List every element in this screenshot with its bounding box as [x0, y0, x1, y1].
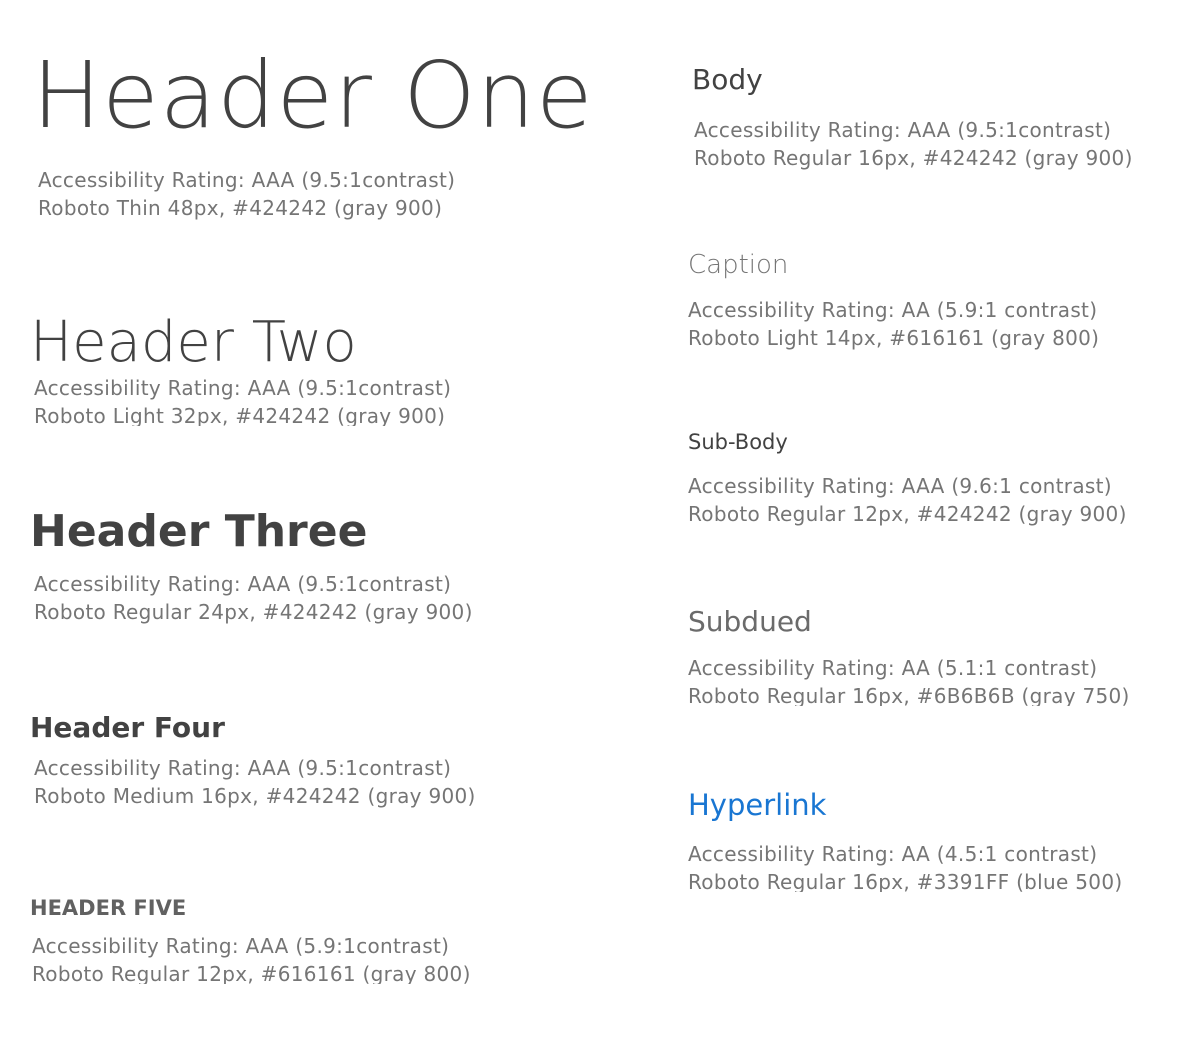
- header-four-description: Accessibility Rating: AAA (9.5:1contrast…: [34, 754, 476, 810]
- header-five-rating: Accessibility Rating: AAA (5.9:1contrast…: [32, 934, 450, 958]
- subdued-sample: Subdued: [688, 605, 812, 634]
- header-two-rating: Accessibility Rating: AAA (9.5:1contrast…: [34, 376, 452, 400]
- header-five-sample: HEADER FIVE: [30, 896, 187, 920]
- sub-body-spec: Roboto Regular 12px, #424242 (gray 900): [688, 502, 1127, 526]
- header-four-rating: Accessibility Rating: AAA (9.5:1contrast…: [34, 756, 452, 780]
- header-two-spec: Roboto Light 32px, #424242 (gray 900): [34, 404, 446, 426]
- body-sample: Body: [692, 63, 763, 96]
- body-rating: Accessibility Rating: AAA (9.5:1contrast…: [694, 118, 1112, 142]
- caption-rating: Accessibility Rating: AA (5.9:1 contrast…: [688, 298, 1098, 322]
- sub-body-description: Accessibility Rating: AAA (9.6:1 contras…: [688, 472, 1127, 528]
- caption-description: Accessibility Rating: AA (5.9:1 contrast…: [688, 296, 1099, 352]
- header-five-description: Accessibility Rating: AAA (5.9:1contrast…: [32, 932, 471, 984]
- body-spec: Roboto Regular 16px, #424242 (gray 900): [694, 146, 1133, 170]
- header-two-sample: Header Two: [30, 310, 357, 375]
- header-two-description: Accessibility Rating: AAA (9.5:1contrast…: [34, 374, 451, 426]
- subdued-rating: Accessibility Rating: AA (5.1:1 contrast…: [688, 656, 1098, 680]
- header-five-spec: Roboto Regular 12px, #616161 (gray 800): [32, 962, 471, 984]
- hyperlink-spec: Roboto Regular 16px, #3391FF (blue 500): [688, 870, 1123, 892]
- hyperlink-rating: Accessibility Rating: AA (4.5:1 contrast…: [688, 842, 1098, 866]
- sub-body-sample: Sub-Body: [688, 430, 788, 454]
- header-one-rating: Accessibility Rating: AAA (9.5:1contrast…: [38, 168, 456, 192]
- header-one-sample: Header One: [32, 42, 594, 149]
- header-four-spec: Roboto Medium 16px, #424242 (gray 900): [34, 784, 476, 808]
- hyperlink-sample[interactable]: Hyperlink: [688, 786, 826, 824]
- caption-spec: Roboto Light 14px, #616161 (gray 800): [688, 326, 1100, 350]
- caption-sample: Caption: [688, 250, 789, 280]
- sub-body-rating: Accessibility Rating: AAA (9.6:1 contras…: [688, 474, 1112, 498]
- hyperlink-description: Accessibility Rating: AA (4.5:1 contrast…: [688, 840, 1122, 892]
- body-description: Accessibility Rating: AAA (9.5:1contrast…: [694, 116, 1133, 172]
- subdued-spec: Roboto Regular 16px, #6B6B6B (gray 750): [688, 684, 1130, 706]
- subdued-description: Accessibility Rating: AA (5.1:1 contrast…: [688, 654, 1130, 706]
- header-three-sample: Header Three: [30, 506, 368, 557]
- header-four-sample: Header Four: [30, 711, 225, 744]
- header-three-spec: Roboto Regular 24px, #424242 (gray 900): [34, 600, 473, 624]
- header-one-spec: Roboto Thin 48px, #424242 (gray 900): [38, 196, 443, 220]
- header-three-description: Accessibility Rating: AAA (9.5:1contrast…: [34, 570, 473, 626]
- header-one-description: Accessibility Rating: AAA (9.5:1contrast…: [38, 166, 455, 222]
- header-three-rating: Accessibility Rating: AAA (9.5:1contrast…: [34, 572, 452, 596]
